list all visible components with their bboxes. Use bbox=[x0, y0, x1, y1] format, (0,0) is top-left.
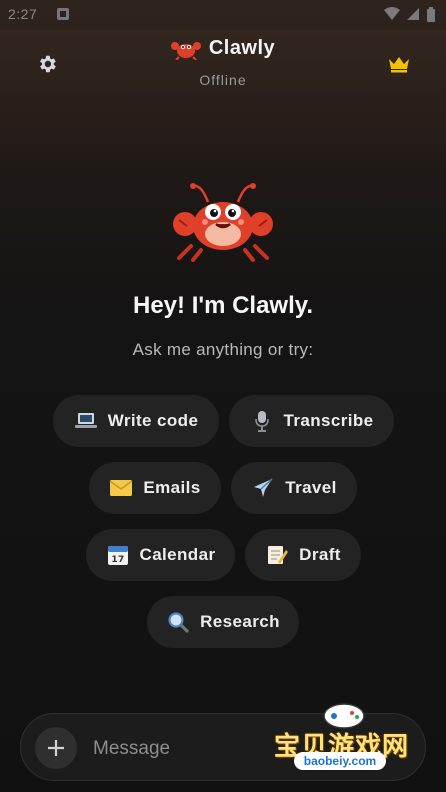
premium-button[interactable] bbox=[385, 50, 413, 78]
suggestion-draft[interactable]: Draft bbox=[245, 529, 361, 581]
suggestion-label: Write code bbox=[107, 411, 199, 430]
app-header: Clawly Offline bbox=[0, 30, 446, 100]
status-bar: 2:27 bbox=[0, 0, 446, 30]
header-title-row: Clawly bbox=[0, 36, 446, 60]
status-time: 2:27 bbox=[8, 6, 38, 22]
suggestion-calendar[interactable]: 17 Calendar bbox=[86, 529, 235, 581]
laptop-icon bbox=[74, 409, 98, 433]
greeting-heading: Hey! I'm Clawly. bbox=[133, 292, 313, 319]
suggestion-label: Research bbox=[200, 612, 280, 631]
suggestion-research[interactable]: Research bbox=[147, 596, 299, 648]
add-attachment-button[interactable] bbox=[35, 727, 77, 769]
microphone-icon bbox=[250, 409, 274, 433]
watermark-url: baobeiy.com bbox=[294, 752, 386, 770]
suggestion-label: Travel bbox=[285, 478, 337, 497]
suggestion-label: Draft bbox=[299, 545, 341, 564]
plus-icon bbox=[48, 740, 64, 756]
message-input[interactable] bbox=[91, 728, 275, 770]
suggestion-label: Calendar bbox=[139, 545, 216, 564]
suggestion-label: Transcribe bbox=[283, 411, 374, 430]
notification-icon bbox=[57, 8, 69, 20]
wifi-icon bbox=[384, 7, 400, 20]
suggestion-emails[interactable]: Emails bbox=[89, 462, 221, 514]
svg-text:17: 17 bbox=[111, 555, 124, 565]
suggestion-transcribe[interactable]: Transcribe bbox=[229, 395, 394, 447]
crab-mascot-image bbox=[173, 183, 273, 262]
crab-logo-icon bbox=[170, 42, 201, 60]
signal-icon bbox=[407, 8, 419, 20]
magnifier-icon bbox=[166, 610, 190, 634]
airplane-icon bbox=[251, 476, 275, 500]
suggestion-write-code[interactable]: Write code bbox=[53, 395, 219, 447]
suggestion-label: Emails bbox=[143, 478, 201, 497]
envelope-icon bbox=[109, 476, 133, 500]
suggestion-hint: Ask me anything or try: bbox=[132, 340, 314, 359]
app-title: Clawly bbox=[208, 36, 276, 59]
memo-icon bbox=[265, 543, 289, 567]
crown-icon bbox=[389, 57, 409, 73]
battery-icon bbox=[427, 7, 435, 22]
calendar-icon: 17 bbox=[106, 543, 130, 567]
connection-status: Offline bbox=[199, 72, 247, 88]
suggestion-travel[interactable]: Travel bbox=[231, 462, 357, 514]
watermark-logo: 宝贝游戏网 baobeiy.com bbox=[266, 696, 436, 786]
